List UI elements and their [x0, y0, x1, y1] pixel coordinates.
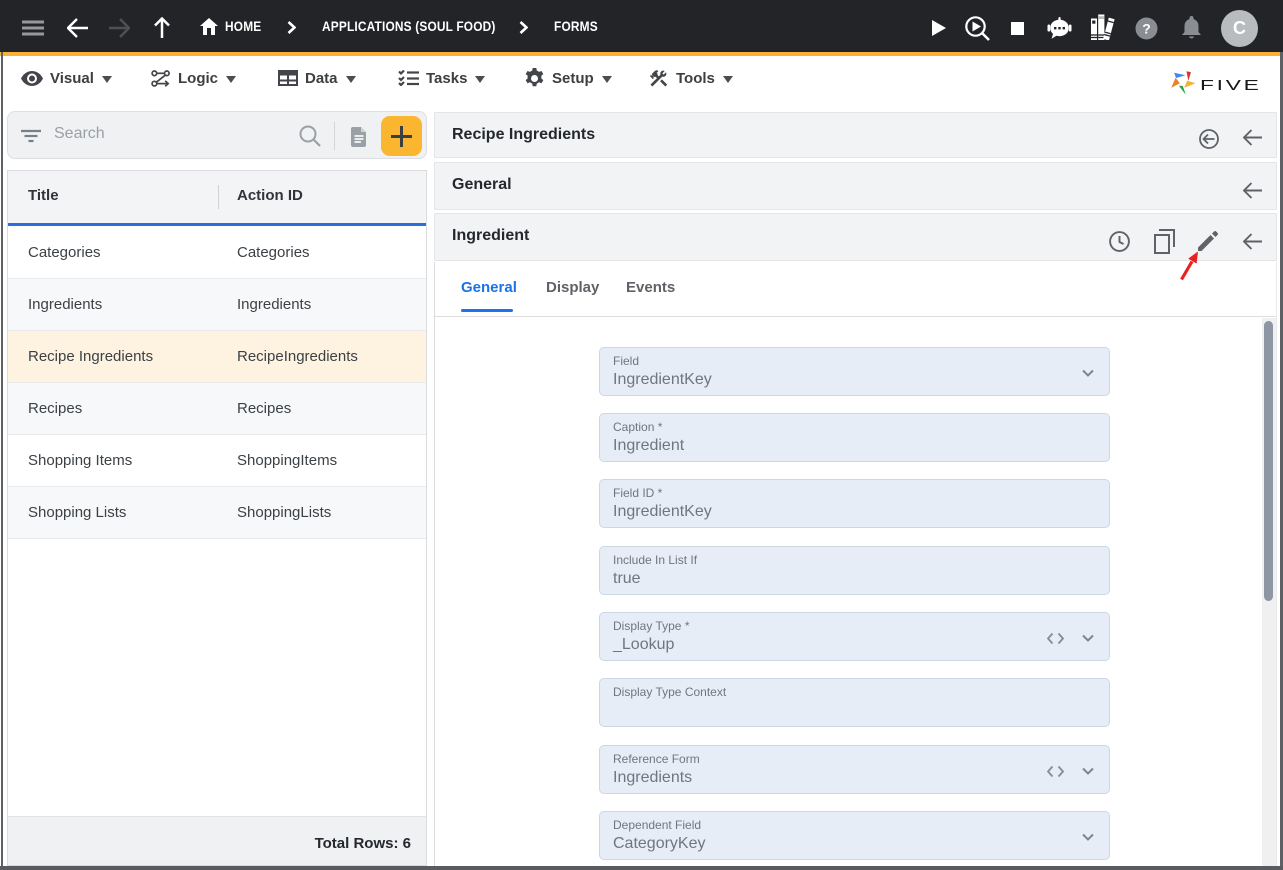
svg-text:?: ?	[1142, 21, 1151, 37]
